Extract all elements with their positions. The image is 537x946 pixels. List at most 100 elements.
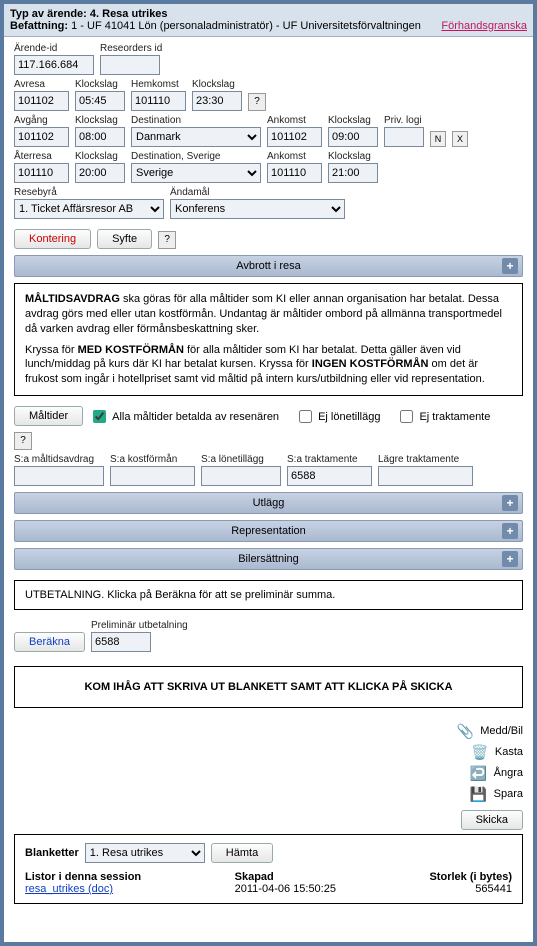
arende-id-input[interactable] — [14, 55, 94, 75]
klock1-label: Klockslag — [75, 79, 125, 90]
blanketter-label: Blanketter — [25, 847, 79, 859]
hemkomst-label: Hemkomst — [131, 79, 186, 90]
arende-id-label: Ärende-id — [14, 43, 94, 54]
sum-lon-input[interactable] — [201, 466, 281, 486]
file-link[interactable]: resa_utrikes (doc) — [25, 883, 113, 895]
plus-icon[interactable]: + — [502, 523, 518, 539]
sum-kost-label: S:a kostförmån — [110, 454, 195, 465]
type-value: 4. Resa utrikes — [90, 8, 168, 20]
avbrott-band[interactable]: Avbrott i resa + — [14, 255, 523, 277]
info-bold1: MÅLTIDSAVDRAG — [25, 293, 120, 305]
reseorder-id-input[interactable] — [100, 55, 160, 75]
sum-lagre-label: Lägre traktamente — [378, 454, 473, 465]
bilers-band[interactable]: Bilersättning+ — [14, 548, 523, 570]
reminder-box: KOM IHÅG ATT SKRIVA UT BLANKETT SAMT ATT… — [14, 666, 523, 708]
klock4-input[interactable] — [328, 127, 378, 147]
aterresa-input[interactable] — [14, 163, 69, 183]
klock5-input[interactable] — [75, 163, 125, 183]
hamta-button[interactable]: Hämta — [211, 843, 273, 863]
prel-label: Preliminär utbetalning — [91, 620, 188, 631]
n-button[interactable]: N — [430, 131, 446, 147]
role-value: 1 - UF 41041 Lön (personaladministratör)… — [71, 20, 421, 32]
listor-label: Listor i denna session — [25, 871, 141, 883]
alla-label: Alla måltider betalda av resenären — [112, 411, 279, 423]
sum-lon-label: S:a lönetillägg — [201, 454, 281, 465]
maltider-button[interactable]: Måltider — [14, 406, 83, 426]
sum-lagre-input[interactable] — [378, 466, 473, 486]
klock3-label: Klockslag — [75, 115, 125, 126]
ejtrakt-checkbox[interactable] — [400, 410, 413, 423]
kontering-button[interactable]: Kontering — [14, 229, 91, 249]
avgang-input[interactable] — [14, 127, 69, 147]
storlek-value: 565441 — [475, 883, 512, 895]
representation-band[interactable]: Representation+ — [14, 520, 523, 542]
utlagg-band[interactable]: Utlägg+ — [14, 492, 523, 514]
klock2-label: Klockslag — [192, 79, 242, 90]
berakna-button[interactable]: Beräkna — [14, 632, 85, 652]
sum-kost-input[interactable] — [110, 466, 195, 486]
klock5-label: Klockslag — [75, 151, 125, 162]
prel-input[interactable] — [91, 632, 151, 652]
avresa-input[interactable] — [14, 91, 69, 111]
klock6-input[interactable] — [328, 163, 378, 183]
alla-checkbox[interactable] — [93, 410, 106, 423]
destsverige-select[interactable]: Sverige — [131, 163, 261, 183]
spara-action[interactable]: 💾Spara — [470, 785, 523, 803]
plus-icon[interactable]: + — [502, 258, 518, 274]
aterresa-label: Återresa — [14, 151, 69, 162]
sum-maltid-label: S:a måltidsavdrag — [14, 454, 104, 465]
plus-icon[interactable]: + — [502, 495, 518, 511]
utbetalning-text: UTBETALNING. Klicka på Beräkna för att s… — [25, 589, 335, 601]
medd-action[interactable]: 📎Medd/Bil — [456, 722, 523, 740]
trash-icon: 🗑️ — [471, 743, 489, 761]
avgang-label: Avgång — [14, 115, 69, 126]
hemkomst-input[interactable] — [131, 91, 186, 111]
klock3-input[interactable] — [75, 127, 125, 147]
ankomst2-input[interactable] — [267, 163, 322, 183]
sum-trakt-input[interactable] — [287, 466, 372, 486]
ankomst-input[interactable] — [267, 127, 322, 147]
footer-box: Blanketter 1. Resa utrikes Hämta Listor … — [14, 834, 523, 904]
header-bar: Typ av ärende: 4. Resa utrikes Befattnin… — [4, 4, 533, 37]
skapad-value: 2011-04-06 15:50:25 — [235, 883, 336, 895]
avresa-label: Avresa — [14, 79, 69, 90]
privlogi-input[interactable] — [384, 127, 424, 147]
ankomst2-label: Ankomst — [267, 151, 322, 162]
ejtrakt-label: Ej traktamente — [419, 411, 490, 423]
klock6-label: Klockslag — [328, 151, 378, 162]
resebyra-label: Resebyrå — [14, 187, 164, 198]
help-icon[interactable]: ? — [248, 93, 266, 111]
sum-maltid-input[interactable] — [14, 466, 104, 486]
ankomst-label: Ankomst — [267, 115, 322, 126]
avbrott-label: Avbrott i resa — [236, 260, 301, 272]
klock1-input[interactable] — [75, 91, 125, 111]
meal-info-box: MÅLTIDSAVDRAG ska göras för alla måltide… — [14, 283, 523, 396]
andamal-select[interactable]: Konferens — [170, 199, 345, 219]
attachment-icon: 📎 — [456, 722, 474, 740]
syfte-button[interactable]: Syfte — [97, 229, 152, 249]
preview-link[interactable]: Förhandsgranska — [441, 20, 527, 32]
blanketter-select[interactable]: 1. Resa utrikes — [85, 843, 205, 863]
save-icon: 💾 — [470, 785, 488, 803]
role-label: Befattning: — [10, 20, 68, 32]
reseorder-id-label: Reseorders id — [100, 43, 162, 54]
resebyra-select[interactable]: 1. Ticket Affärsresor AB — [14, 199, 164, 219]
kasta-action[interactable]: 🗑️Kasta — [471, 743, 523, 761]
undo-icon: ↩️ — [470, 764, 488, 782]
klock4-label: Klockslag — [328, 115, 378, 126]
plus-icon[interactable]: + — [502, 551, 518, 567]
skapad-label: Skapad — [235, 871, 274, 883]
destination-label: Destination — [131, 115, 261, 126]
skicka-button[interactable]: Skicka — [461, 810, 523, 830]
destsverige-label: Destination, Sverige — [131, 151, 261, 162]
andamal-label: Ändamål — [170, 187, 345, 198]
storlek-label: Storlek (i bytes) — [429, 871, 512, 883]
x-button[interactable]: X — [452, 131, 468, 147]
destination-select[interactable]: Danmark — [131, 127, 261, 147]
angra-action[interactable]: ↩️Ångra — [470, 764, 523, 782]
klock2-input[interactable] — [192, 91, 242, 111]
help-icon[interactable]: ? — [14, 432, 32, 450]
help-icon[interactable]: ? — [158, 231, 176, 249]
ejlon-checkbox[interactable] — [299, 410, 312, 423]
utbetalning-box: UTBETALNING. Klicka på Beräkna för att s… — [14, 580, 523, 610]
